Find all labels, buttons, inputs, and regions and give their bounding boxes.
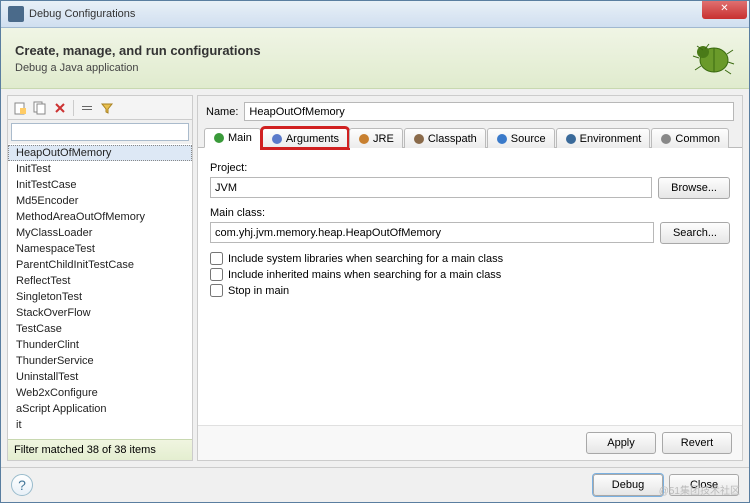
tree-item[interactable]: aScript Application [8, 401, 192, 417]
debug-button[interactable]: Debug [593, 474, 663, 496]
tab-common[interactable]: Common [651, 128, 729, 148]
tree-item[interactable]: HeapOutOfMemory [8, 145, 192, 161]
tree-item[interactable]: ReflectTest [8, 273, 192, 289]
tab-icon [565, 133, 577, 145]
new-config-icon[interactable] [11, 99, 29, 117]
config-tree[interactable]: HeapOutOfMemoryInitTestInitTestCaseMd5En… [8, 144, 192, 439]
tree-item[interactable]: InitTestCase [8, 177, 192, 193]
tree-item[interactable]: StackOverFlow [8, 305, 192, 321]
project-label: Project: [210, 162, 730, 174]
header-banner: Create, manage, and run configurations D… [1, 28, 749, 89]
tree-item[interactable]: NamespaceTest [8, 241, 192, 257]
footer: ? Debug Close [1, 467, 749, 502]
header-subtitle: Debug a Java application [15, 62, 261, 74]
bug-icon [687, 38, 735, 78]
tree-item[interactable]: UninstallTest [8, 369, 192, 385]
content-area: HeapOutOfMemoryInitTestInitTestCaseMd5En… [1, 89, 749, 467]
titlebar[interactable]: Debug Configurations ✕ [1, 1, 749, 28]
apply-button[interactable]: Apply [586, 432, 656, 454]
tree-item[interactable]: Web2xConfigure [8, 385, 192, 401]
tree-item[interactable]: Md5Encoder [8, 193, 192, 209]
close-icon[interactable]: ✕ [702, 1, 747, 19]
delete-icon[interactable] [51, 99, 69, 117]
tab-arguments[interactable]: Arguments [262, 128, 348, 148]
left-toolbar [8, 96, 192, 120]
help-icon[interactable]: ? [11, 474, 33, 496]
tab-classpath[interactable]: Classpath [404, 128, 486, 148]
tree-item[interactable]: InitTest [8, 161, 192, 177]
checkbox-inherited-mains[interactable]: Include inherited mains when searching f… [210, 268, 730, 281]
tab-icon [496, 133, 508, 145]
tree-item[interactable]: ThunderClint [8, 337, 192, 353]
duplicate-icon[interactable] [31, 99, 49, 117]
tab-environment[interactable]: Environment [556, 128, 651, 148]
mainclass-label: Main class: [210, 207, 730, 219]
filter-icon[interactable] [98, 99, 116, 117]
window-title: Debug Configurations [29, 8, 702, 20]
mainclass-input[interactable] [210, 222, 654, 243]
tree-item[interactable]: it [8, 417, 192, 433]
right-panel: Name: MainArgumentsJREClasspathSourceEnv… [197, 95, 743, 461]
tab-icon [213, 132, 225, 144]
tab-icon [271, 133, 283, 145]
checkbox-system-libs[interactable]: Include system libraries when searching … [210, 252, 730, 265]
tab-icon [358, 133, 370, 145]
name-input[interactable] [244, 102, 734, 121]
tab-bar: MainArgumentsJREClasspathSourceEnvironme… [198, 127, 742, 148]
main-tab-panel: Project: Browse... Main class: Search...… [198, 148, 742, 425]
dialog-window: Debug Configurations ✕ Create, manage, a… [0, 0, 750, 503]
tree-item[interactable]: ParentChildInitTestCase [8, 257, 192, 273]
name-label: Name: [206, 106, 238, 118]
tab-main[interactable]: Main [204, 128, 261, 148]
watermark: @51集团技术社区 [659, 482, 740, 497]
revert-button[interactable]: Revert [662, 432, 732, 454]
tab-icon [660, 133, 672, 145]
app-icon [8, 6, 24, 22]
tree-item[interactable]: ThunderService [8, 353, 192, 369]
filter-status: Filter matched 38 of 38 items [8, 439, 192, 460]
checkbox-stop-in-main[interactable]: Stop in main [210, 284, 730, 297]
tab-icon [413, 133, 425, 145]
tree-item[interactable]: SingletonTest [8, 289, 192, 305]
left-panel: HeapOutOfMemoryInitTestInitTestCaseMd5En… [7, 95, 193, 461]
header-title: Create, manage, and run configurations [15, 43, 261, 58]
tree-item[interactable]: MethodAreaOutOfMemory [8, 209, 192, 225]
tab-source[interactable]: Source [487, 128, 555, 148]
project-input[interactable] [210, 177, 652, 198]
tab-jre[interactable]: JRE [349, 128, 403, 148]
browse-button[interactable]: Browse... [658, 177, 730, 199]
filter-input[interactable] [11, 123, 189, 141]
tree-item[interactable]: MyClassLoader [8, 225, 192, 241]
tree-item[interactable]: TestCase [8, 321, 192, 337]
search-button[interactable]: Search... [660, 222, 730, 244]
collapse-icon[interactable] [78, 99, 96, 117]
